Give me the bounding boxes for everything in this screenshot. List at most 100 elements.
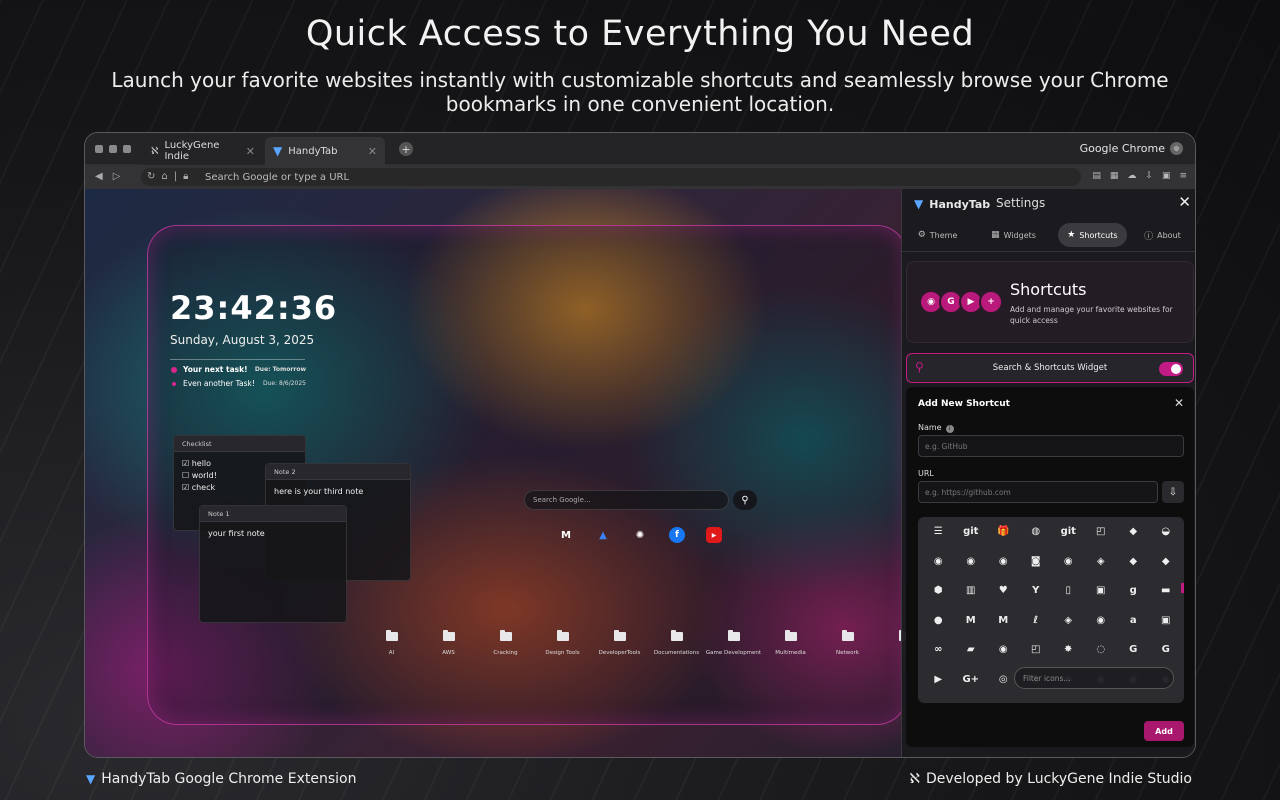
icon-option[interactable]: ◰ bbox=[1085, 517, 1118, 547]
icon-option[interactable]: ◉ bbox=[955, 547, 988, 577]
tab-shortcuts[interactable]: ★ Shortcuts bbox=[1057, 223, 1127, 247]
icon-option[interactable]: ▰ bbox=[955, 635, 988, 665]
extension-icon[interactable]: ☁ bbox=[1127, 171, 1136, 181]
icon-option[interactable]: ◉ bbox=[1085, 694, 1118, 703]
close-icon[interactable]: ✕ bbox=[368, 145, 377, 158]
icon-option[interactable]: Y bbox=[1020, 576, 1053, 606]
icon-option[interactable]: ◉ bbox=[922, 547, 955, 577]
note-body[interactable]: here is your third note bbox=[266, 480, 410, 504]
icon-option[interactable]: G+ bbox=[955, 665, 988, 695]
task-item[interactable]: Your next task! Due: Tomorrow bbox=[171, 365, 306, 374]
bookmark-folder[interactable]: Cracking bbox=[477, 630, 534, 657]
openai-icon[interactable]: ✺ bbox=[632, 527, 648, 543]
tab-luckygene[interactable]: ℵ LuckyGene Indie ✕ bbox=[143, 137, 263, 165]
task-item[interactable]: Even another Task! Due: 8/6/2025 bbox=[171, 379, 306, 388]
icon-option[interactable]: ◉ bbox=[987, 635, 1020, 665]
icon-option[interactable]: G bbox=[1117, 635, 1150, 665]
icon-option[interactable]: ▯ bbox=[1052, 576, 1085, 606]
icon-option[interactable]: ▶ bbox=[922, 665, 955, 695]
icon-option[interactable]: ◈ bbox=[1052, 606, 1085, 636]
icon-option[interactable]: ● bbox=[922, 606, 955, 636]
icon-option[interactable]: ◉ bbox=[1150, 694, 1183, 703]
extension-icon[interactable]: ⇩ bbox=[1145, 171, 1153, 181]
icon-option[interactable]: git bbox=[1052, 517, 1085, 547]
scrollbar-thumb[interactable] bbox=[1181, 583, 1184, 593]
icon-option[interactable]: ⬢ bbox=[922, 576, 955, 606]
icon-option[interactable]: G bbox=[1150, 635, 1183, 665]
icon-option[interactable]: ✸ bbox=[1052, 635, 1085, 665]
icon-option[interactable]: ▣ bbox=[1085, 576, 1118, 606]
icon-option[interactable]: ◰ bbox=[1020, 635, 1053, 665]
icon-option[interactable]: ◆ bbox=[987, 694, 1020, 703]
facebook-icon[interactable]: f bbox=[669, 527, 685, 543]
profile-avatar[interactable] bbox=[1170, 142, 1183, 155]
extension-icon[interactable]: ▣ bbox=[1162, 171, 1171, 181]
icon-option[interactable]: ♥ bbox=[987, 576, 1020, 606]
close-icon[interactable]: ✕ bbox=[246, 145, 255, 158]
icon-option[interactable]: G bbox=[1020, 694, 1053, 703]
bookmark-folder[interactable]: Network bbox=[819, 630, 876, 657]
url-input[interactable]: e.g. https://github.com bbox=[918, 481, 1158, 503]
omnibox[interactable]: ↻ ⌂ | 🔒︎ Search Google or type a URL bbox=[141, 168, 1081, 186]
home-icon[interactable]: ⌂ bbox=[161, 171, 167, 182]
name-input[interactable]: e.g. GitHub bbox=[918, 435, 1184, 457]
bookmark-folder[interactable]: AWS bbox=[420, 630, 477, 657]
note-body[interactable]: your first note bbox=[200, 522, 346, 546]
back-icon[interactable]: ◀ bbox=[95, 171, 103, 182]
icon-option[interactable]: ▮ bbox=[922, 694, 955, 703]
widget-toggle[interactable] bbox=[1159, 362, 1183, 376]
search-button[interactable]: ⚲ bbox=[733, 490, 757, 510]
drive-icon[interactable]: ▲ bbox=[595, 527, 611, 543]
close-dialog-button[interactable]: ✕ bbox=[1174, 396, 1184, 410]
menu-icon[interactable]: ≡ bbox=[1179, 171, 1187, 181]
forward-icon[interactable]: ▷ bbox=[113, 171, 121, 182]
icon-option[interactable]: ▬ bbox=[1150, 576, 1183, 606]
icon-option[interactable]: ◍ bbox=[1020, 517, 1053, 547]
filter-icons-input[interactable]: Filter icons... bbox=[1014, 667, 1174, 689]
icon-option[interactable]: ◉ bbox=[987, 547, 1020, 577]
tab-widgets[interactable]: ▦ Widgets bbox=[973, 223, 1054, 247]
icon-option[interactable]: ▥ bbox=[955, 576, 988, 606]
window-controls[interactable] bbox=[95, 145, 131, 153]
icon-option[interactable]: git bbox=[955, 517, 988, 547]
bookmark-folder[interactable]: Game Development bbox=[705, 630, 762, 657]
bookmark-folder[interactable]: DeveloperTools bbox=[591, 630, 648, 657]
bookmark-folder[interactable]: AI bbox=[363, 630, 420, 657]
new-tab-button[interactable]: + bbox=[399, 142, 413, 156]
sticky-note-1[interactable]: Note 1 your first note bbox=[199, 505, 347, 623]
icon-option[interactable]: ◆ bbox=[1150, 547, 1183, 577]
icon-option[interactable]: ◙ bbox=[1020, 547, 1053, 577]
icon-option[interactable]: ◉ bbox=[955, 694, 988, 703]
tab-theme[interactable]: ⚙ Theme bbox=[906, 223, 969, 247]
icon-option[interactable]: ◉ bbox=[1052, 694, 1085, 703]
bookmark-folder[interactable]: Multimedia bbox=[762, 630, 819, 657]
extension-icon[interactable]: ▤ bbox=[1092, 171, 1101, 181]
icon-option[interactable]: ☰ bbox=[922, 517, 955, 547]
icon-option[interactable]: ◒ bbox=[1150, 517, 1183, 547]
icon-option[interactable]: ℓ bbox=[1020, 606, 1053, 636]
icon-option[interactable]: ◆ bbox=[1117, 517, 1150, 547]
fetch-icon-button[interactable]: ⇩ bbox=[1162, 481, 1184, 503]
youtube-icon[interactable]: ▶ bbox=[706, 527, 722, 543]
tab-about[interactable]: ⓘ About bbox=[1131, 223, 1194, 247]
add-shortcut-button[interactable]: Add bbox=[1144, 721, 1184, 741]
icon-option[interactable]: ▣ bbox=[1150, 606, 1183, 636]
icon-option[interactable]: g bbox=[1117, 576, 1150, 606]
icon-option[interactable]: ◆ bbox=[1117, 547, 1150, 577]
bookmark-folder[interactable]: Documentations bbox=[648, 630, 705, 657]
reload-icon[interactable]: ↻ bbox=[147, 171, 155, 182]
icon-option[interactable]: a bbox=[1117, 606, 1150, 636]
icon-option[interactable]: 🎁 bbox=[987, 517, 1020, 547]
google-search-input[interactable]: Search Google... bbox=[524, 490, 729, 510]
icon-option[interactable]: ◉ bbox=[1085, 606, 1118, 636]
icon-option[interactable]: ∞ bbox=[922, 635, 955, 665]
tab-handytab[interactable]: ▼ HandyTab ✕ bbox=[265, 137, 385, 165]
icon-option[interactable]: ◉ bbox=[1052, 547, 1085, 577]
gmail-icon[interactable]: M bbox=[558, 527, 574, 543]
close-panel-button[interactable]: ✕ bbox=[1178, 193, 1191, 211]
icon-option[interactable]: M bbox=[987, 606, 1020, 636]
icon-option[interactable]: ◉ bbox=[1117, 694, 1150, 703]
icon-option[interactable]: ◈ bbox=[1085, 547, 1118, 577]
bookmark-folder[interactable]: Design Tools bbox=[534, 630, 591, 657]
icon-option[interactable]: ◌ bbox=[1085, 635, 1118, 665]
